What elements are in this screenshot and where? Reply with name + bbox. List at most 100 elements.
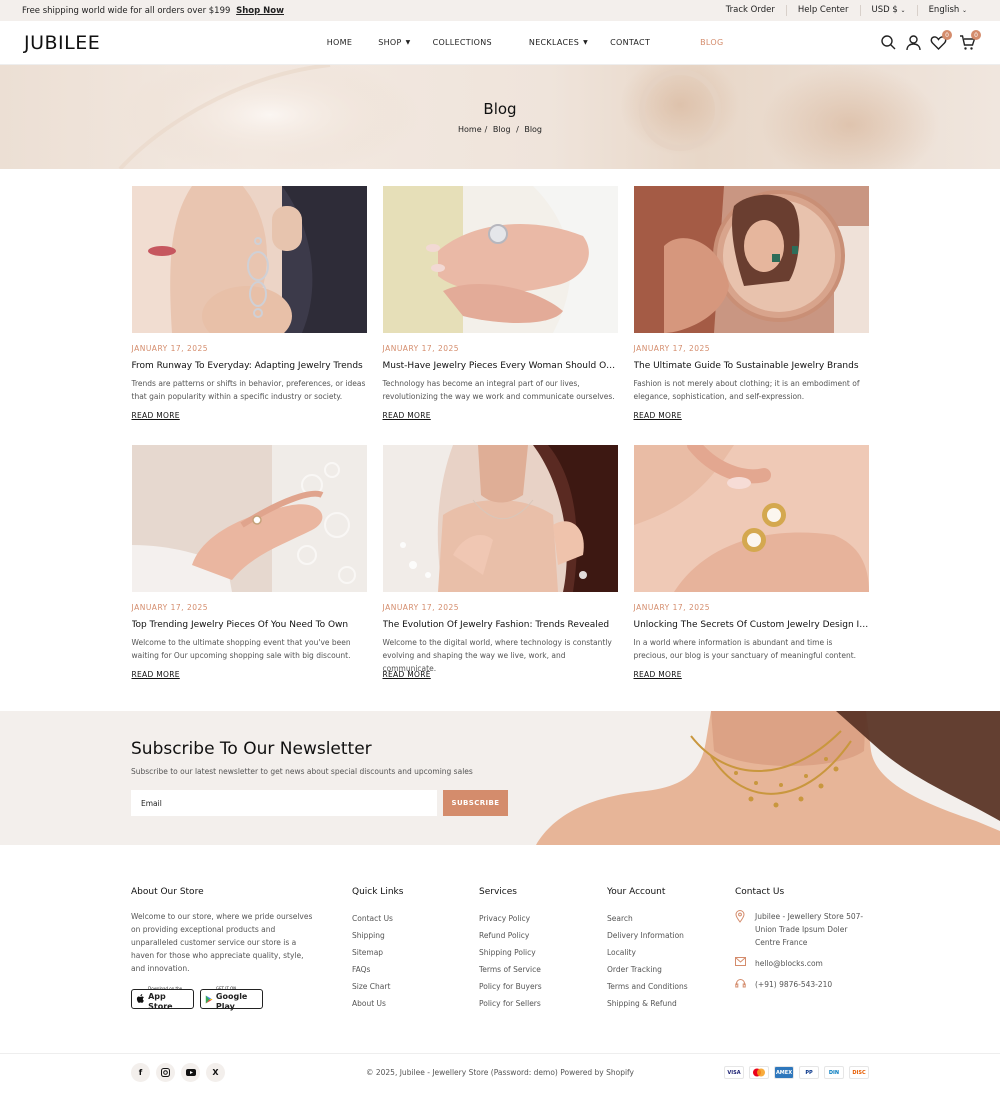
footer-link-terms-conditions[interactable]: Terms and Conditions <box>607 978 688 995</box>
blog-image-pearl-earrings[interactable] <box>633 445 869 592</box>
nav-shop[interactable]: SHOP ▼ <box>367 38 421 47</box>
post-title[interactable]: The Evolution Of Jewelry Fashion: Trends… <box>383 620 618 630</box>
footer-account-title: Your Account <box>607 887 666 897</box>
contact-phone[interactable]: (+91) 9876-543-210 <box>735 978 867 993</box>
footer-services: Services Privacy Policy Refund Policy Sh… <box>479 887 542 1012</box>
discover-icon: DISC <box>849 1066 869 1079</box>
help-center-link[interactable]: Help Center <box>785 5 860 16</box>
main-nav: HOME SHOP ▼ COLLECTIONS NECKLACES ▼ CONTAC… <box>316 38 735 47</box>
nav-blog-label: BLOG <box>700 38 724 47</box>
blog-card: JANUARY 17, 2025 The Ultimate Guide To S… <box>633 186 869 422</box>
google-play-button[interactable]: GET IT ON Google Play <box>200 986 263 1011</box>
post-title[interactable]: Must-Have Jewelry Pieces Every Woman Sho… <box>383 361 618 371</box>
footer-link-shipping[interactable]: Shipping <box>352 927 403 944</box>
header-icons: 0 0 <box>880 30 981 51</box>
site-footer: About Our Store Welcome to our store, wh… <box>0 845 1000 1053</box>
shop-now-link[interactable]: Shop Now <box>236 6 284 16</box>
read-more-link[interactable]: READ MORE <box>132 670 180 679</box>
visa-icon: VISA <box>724 1066 744 1079</box>
cart-icon[interactable]: 0 <box>959 30 981 51</box>
announcement-bar: Free shipping world wide for all orders … <box>0 0 1000 21</box>
chevron-down-icon: ⌄ <box>961 7 967 14</box>
nav-blog[interactable]: BLOG <box>689 38 734 47</box>
post-excerpt: Technology has become an integral part o… <box>382 379 615 401</box>
post-title[interactable]: The Ultimate Guide To Sustainable Jewelr… <box>634 361 869 371</box>
footer-link-size-chart[interactable]: Size Chart <box>352 978 403 995</box>
nav-necklaces-label: NECKLACES <box>528 38 580 47</box>
post-excerpt: Trends are patterns or shifts in behavio… <box>131 379 366 401</box>
apple-icon <box>136 994 144 1003</box>
nav-necklaces[interactable]: NECKLACES ▼ <box>518 38 599 47</box>
footer-link-privacy-policy[interactable]: Privacy Policy <box>479 910 542 927</box>
blog-image-earring-model[interactable] <box>131 186 367 333</box>
nav-contact-label: CONTACT <box>610 38 651 47</box>
newsletter-model-image <box>536 711 1000 845</box>
mastercard-icon <box>749 1066 769 1079</box>
blog-image-ring-hands[interactable] <box>382 186 618 333</box>
nav-contact[interactable]: CONTACT <box>599 38 661 47</box>
footer-quick-links-title: Quick Links <box>352 887 404 897</box>
blog-grid: JANUARY 17, 2025 From Runway To Everyday… <box>131 186 869 681</box>
promo-text: Free shipping world wide for all orders … <box>22 5 231 16</box>
topbar-links: Track Order Help Center USD $ ⌄ English … <box>715 5 978 16</box>
post-date: JANUARY 17, 2025 <box>382 344 460 353</box>
footer-link-sitemap[interactable]: Sitemap <box>352 944 403 961</box>
footer-link-search[interactable]: Search <box>607 910 688 927</box>
paypal-icon: PP <box>799 1066 819 1079</box>
footer-link-order-tracking[interactable]: Order Tracking <box>607 961 688 978</box>
post-date: JANUARY 17, 2025 <box>131 603 209 612</box>
footer-link-shipping-refund[interactable]: Shipping & Refund <box>607 995 688 1012</box>
nav-collections[interactable]: COLLECTIONS <box>422 38 503 47</box>
contact-address: Jubilee - Jewellery Store 507-Union Trad… <box>735 910 867 949</box>
read-more-link[interactable]: READ MORE <box>383 670 431 679</box>
breadcrumb-blog[interactable]: Blog <box>493 125 511 134</box>
post-title[interactable]: Unlocking The Secrets Of Custom Jewelry … <box>634 620 869 630</box>
nav-home[interactable]: HOME <box>316 38 363 47</box>
app-store-text: App Store <box>148 992 173 1011</box>
post-excerpt: Fashion is not merely about clothing; it… <box>633 379 860 401</box>
newsletter-title: Subscribe To Our Newsletter <box>131 739 372 759</box>
newsletter-subtitle: Subscribe to our latest newsletter to ge… <box>131 767 473 776</box>
blog-image-mirror[interactable] <box>633 186 869 333</box>
email-field[interactable]: Email <box>131 790 437 816</box>
blog-image-bride-necklace[interactable] <box>382 445 618 592</box>
footer-link-faqs[interactable]: FAQs <box>352 961 403 978</box>
breadcrumb: Home / Blog / Blog <box>458 125 542 134</box>
logo[interactable]: JUBILEE <box>24 32 100 54</box>
read-more-link[interactable]: READ MORE <box>634 411 682 420</box>
footer-link-refund-policy[interactable]: Refund Policy <box>479 927 542 944</box>
cart-count-badge: 0 <box>970 30 981 40</box>
footer-link-shipping-policy[interactable]: Shipping Policy <box>479 944 542 961</box>
footer-link-policy-sellers[interactable]: Policy for Sellers <box>479 995 542 1012</box>
wishlist-icon[interactable]: 0 <box>930 30 952 51</box>
footer-link-delivery-information[interactable]: Delivery Information <box>607 927 688 944</box>
post-date: JANUARY 17, 2025 <box>633 344 711 353</box>
read-more-link[interactable]: READ MORE <box>383 411 431 420</box>
account-icon[interactable] <box>905 34 922 51</box>
post-title[interactable]: From Runway To Everyday: Adapting Jewelr… <box>132 361 367 371</box>
blog-card: JANUARY 17, 2025 Top Trending Jewelry Pi… <box>131 445 367 681</box>
post-excerpt: Welcome to the digital world, where tech… <box>382 638 612 673</box>
footer-link-locality[interactable]: Locality <box>607 944 688 961</box>
breadcrumb-home[interactable]: Home <box>458 125 482 134</box>
read-more-link[interactable]: READ MORE <box>132 411 180 420</box>
contact-email[interactable]: hello@blocks.com <box>735 957 867 970</box>
footer-link-policy-buyers[interactable]: Policy for Buyers <box>479 978 542 995</box>
footer-link-contact-us[interactable]: Contact Us <box>352 910 403 927</box>
footer-link-about-us[interactable]: About Us <box>352 995 403 1012</box>
read-more-link[interactable]: READ MORE <box>634 670 682 679</box>
blog-image-bridal-ring[interactable] <box>131 445 367 592</box>
currency-selector[interactable]: USD $ ⌄ <box>859 5 917 16</box>
app-store-badges: Download on the App Store GET IT ON Google… <box>131 986 313 1011</box>
search-icon[interactable] <box>880 34 897 51</box>
footer-link-terms-of-service[interactable]: Terms of Service <box>479 961 542 978</box>
app-store-button[interactable]: Download on the App Store <box>131 986 194 1011</box>
language-selector[interactable]: English ⌄ <box>916 5 978 16</box>
subscribe-button[interactable]: SUBSCRIBE <box>443 790 508 816</box>
blog-card: JANUARY 17, 2025 Must-Have Jewelry Piece… <box>382 186 618 422</box>
post-title[interactable]: Top Trending Jewelry Pieces Of You Need … <box>132 620 367 630</box>
chevron-down-icon: ▼ <box>405 39 411 46</box>
track-order-link[interactable]: Track Order <box>715 5 786 16</box>
footer-contact: Contact Us Jubilee - Jewellery Store 507… <box>735 887 867 1001</box>
nav-collections-label: COLLECTIONS <box>432 38 492 47</box>
